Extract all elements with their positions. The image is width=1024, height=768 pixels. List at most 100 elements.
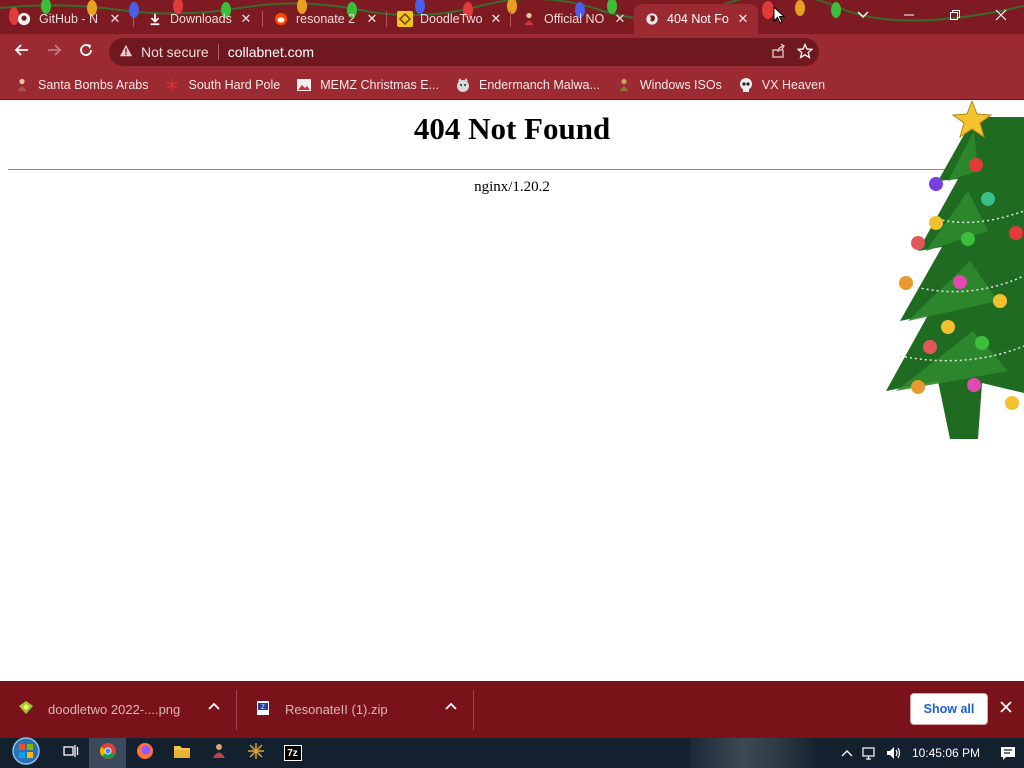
tab-title: DoodleTwo [420, 12, 483, 26]
bookmark-label: Santa Bombs Arabs [38, 77, 149, 92]
bookmarks-bar: Santa Bombs Arabs South Hard Pole MEMZ C… [0, 70, 1024, 100]
download-icon [147, 11, 163, 27]
bookmark-label: Endermanch Malwa... [478, 77, 600, 92]
christmas-tree-decoration [886, 101, 1024, 439]
security-label[interactable]: Not secure [133, 44, 209, 60]
back-button[interactable] [6, 36, 38, 68]
figure-icon [14, 77, 30, 93]
chevron-up-icon[interactable] [445, 701, 457, 716]
web-page: 404 Not Found nginx/1.20.2 [0, 101, 1024, 681]
tab-close-button[interactable]: ✕ [736, 11, 750, 27]
skull-icon [738, 77, 754, 93]
tab-404-active[interactable]: 404 Not Fo ✕ [634, 4, 758, 34]
tab-official[interactable]: Official NO ✕ [511, 4, 635, 34]
tab-github[interactable]: GitHub - N ✕ [6, 4, 130, 34]
show-all-downloads-button[interactable]: Show all [910, 693, 988, 725]
svg-text:Z: Z [261, 705, 265, 711]
tab-divider [133, 11, 134, 27]
download-item[interactable]: Z ResonateII (1).zip [237, 681, 473, 738]
tab-title: 404 Not Fo [667, 12, 729, 26]
horizontal-rule [8, 169, 1016, 170]
task-view-button[interactable] [52, 738, 89, 768]
wolf-icon [455, 77, 471, 93]
image-icon [296, 77, 312, 93]
app-icon [211, 743, 227, 764]
chrome-icon [99, 742, 117, 765]
task-view-icon [62, 744, 79, 763]
bookmark-label: VX Heaven [761, 77, 826, 92]
error-heading: 404 Not Found [413, 111, 611, 146]
start-button[interactable] [0, 736, 52, 768]
bookmark-santa-bombs-arabs[interactable]: Santa Bombs Arabs [14, 77, 148, 93]
reddit-icon [273, 11, 289, 27]
bookmark-endermanch-malware[interactable]: Endermanch Malwa... [455, 77, 600, 93]
firefox-icon [136, 742, 154, 765]
file-explorer-icon [173, 743, 191, 764]
minimize-button[interactable] [886, 0, 932, 30]
taskbar-clock[interactable]: 10:45:06 PM [906, 746, 992, 760]
browser-toolbar: Not secure collabnet.com s [0, 34, 1024, 94]
tab-close-button[interactable]: ✕ [489, 11, 503, 27]
taskbar-7zip[interactable]: 7z [274, 738, 311, 768]
bookmark-vx-heaven[interactable]: VX Heaven [738, 77, 825, 93]
chevron-up-icon[interactable] [208, 701, 220, 716]
github-icon [16, 11, 32, 27]
volume-icon[interactable] [882, 738, 906, 768]
warning-icon [119, 44, 133, 61]
forward-button[interactable] [38, 36, 70, 68]
network-icon[interactable] [858, 738, 882, 768]
taskbar-chrome[interactable] [89, 738, 126, 768]
download-filename: ResonateII (1).zip [285, 702, 388, 717]
globe-icon [644, 11, 660, 27]
share-icon[interactable] [771, 42, 787, 62]
taskbar-file-explorer[interactable] [163, 738, 200, 768]
taskbar-firefox[interactable] [126, 738, 163, 768]
bookmark-label: South Hard Pole [188, 77, 281, 92]
bookmark-windows-isos[interactable]: Windows ISOs [616, 77, 722, 93]
reload-button[interactable] [70, 36, 102, 68]
close-icon [1000, 700, 1012, 718]
star-bookmark-icon[interactable] [796, 42, 814, 62]
tab-close-button[interactable]: ✕ [239, 11, 253, 27]
tab-downloads[interactable]: Downloads ✕ [137, 4, 261, 34]
download-filename: doodletwo 2022-....png [48, 702, 181, 717]
tab-doodletwo[interactable]: DoodleTwo ✕ [387, 4, 511, 34]
tab-title: Official NO [544, 12, 605, 26]
download-divider [473, 689, 474, 730]
arrow-right-icon [46, 42, 62, 63]
close-window-button[interactable] [978, 0, 1024, 30]
bookmark-south-hard-pole[interactable]: South Hard Pole [164, 77, 280, 93]
tab-title: GitHub - N [39, 12, 99, 26]
restore-button[interactable] [932, 0, 978, 30]
windows-orb-icon [11, 736, 41, 768]
windows-taskbar: 7z 10:45:06 PM [0, 736, 1024, 768]
system-tray: 10:45:06 PM [836, 738, 1024, 768]
taskbar-app[interactable] [200, 738, 237, 768]
address-bar[interactable]: Not secure collabnet.com [109, 38, 819, 66]
bookmark-label: MEMZ Christmas E... [320, 77, 439, 92]
figure-icon [521, 11, 537, 27]
tray-overflow-chevron-icon[interactable] [836, 738, 858, 768]
tab-reddit[interactable]: resonate 2 ✕ [263, 4, 387, 34]
tab-search-button[interactable] [851, 4, 875, 26]
tab-close-button[interactable]: ✕ [365, 11, 379, 27]
download-item[interactable]: doodletwo 2022-....png [0, 681, 236, 738]
tab-title: Downloads [170, 12, 232, 26]
tab-strip: GitHub - N ✕ Downloads ✕ resonate 2 ✕ Do… [0, 0, 1024, 34]
close-downloads-button[interactable] [996, 699, 1016, 719]
url-text[interactable]: collabnet.com [228, 44, 314, 60]
zip-file-icon: Z [255, 700, 271, 719]
arrow-left-icon [14, 42, 30, 63]
doodletwo-icon [397, 11, 413, 27]
tab-close-button[interactable]: ✕ [613, 11, 627, 27]
chevron-down-icon [857, 6, 869, 24]
taskbar-thumbnail-preview [690, 738, 820, 768]
tab-close-button[interactable]: ✕ [108, 11, 122, 27]
snowflake-icon [164, 77, 180, 93]
taskbar-app[interactable] [237, 738, 274, 768]
action-center-icon[interactable] [992, 738, 1024, 768]
app-icon [247, 742, 265, 765]
figure-icon [616, 77, 632, 93]
7zip-icon: 7z [283, 745, 302, 761]
bookmark-memz-christmas[interactable]: MEMZ Christmas E... [296, 77, 439, 93]
